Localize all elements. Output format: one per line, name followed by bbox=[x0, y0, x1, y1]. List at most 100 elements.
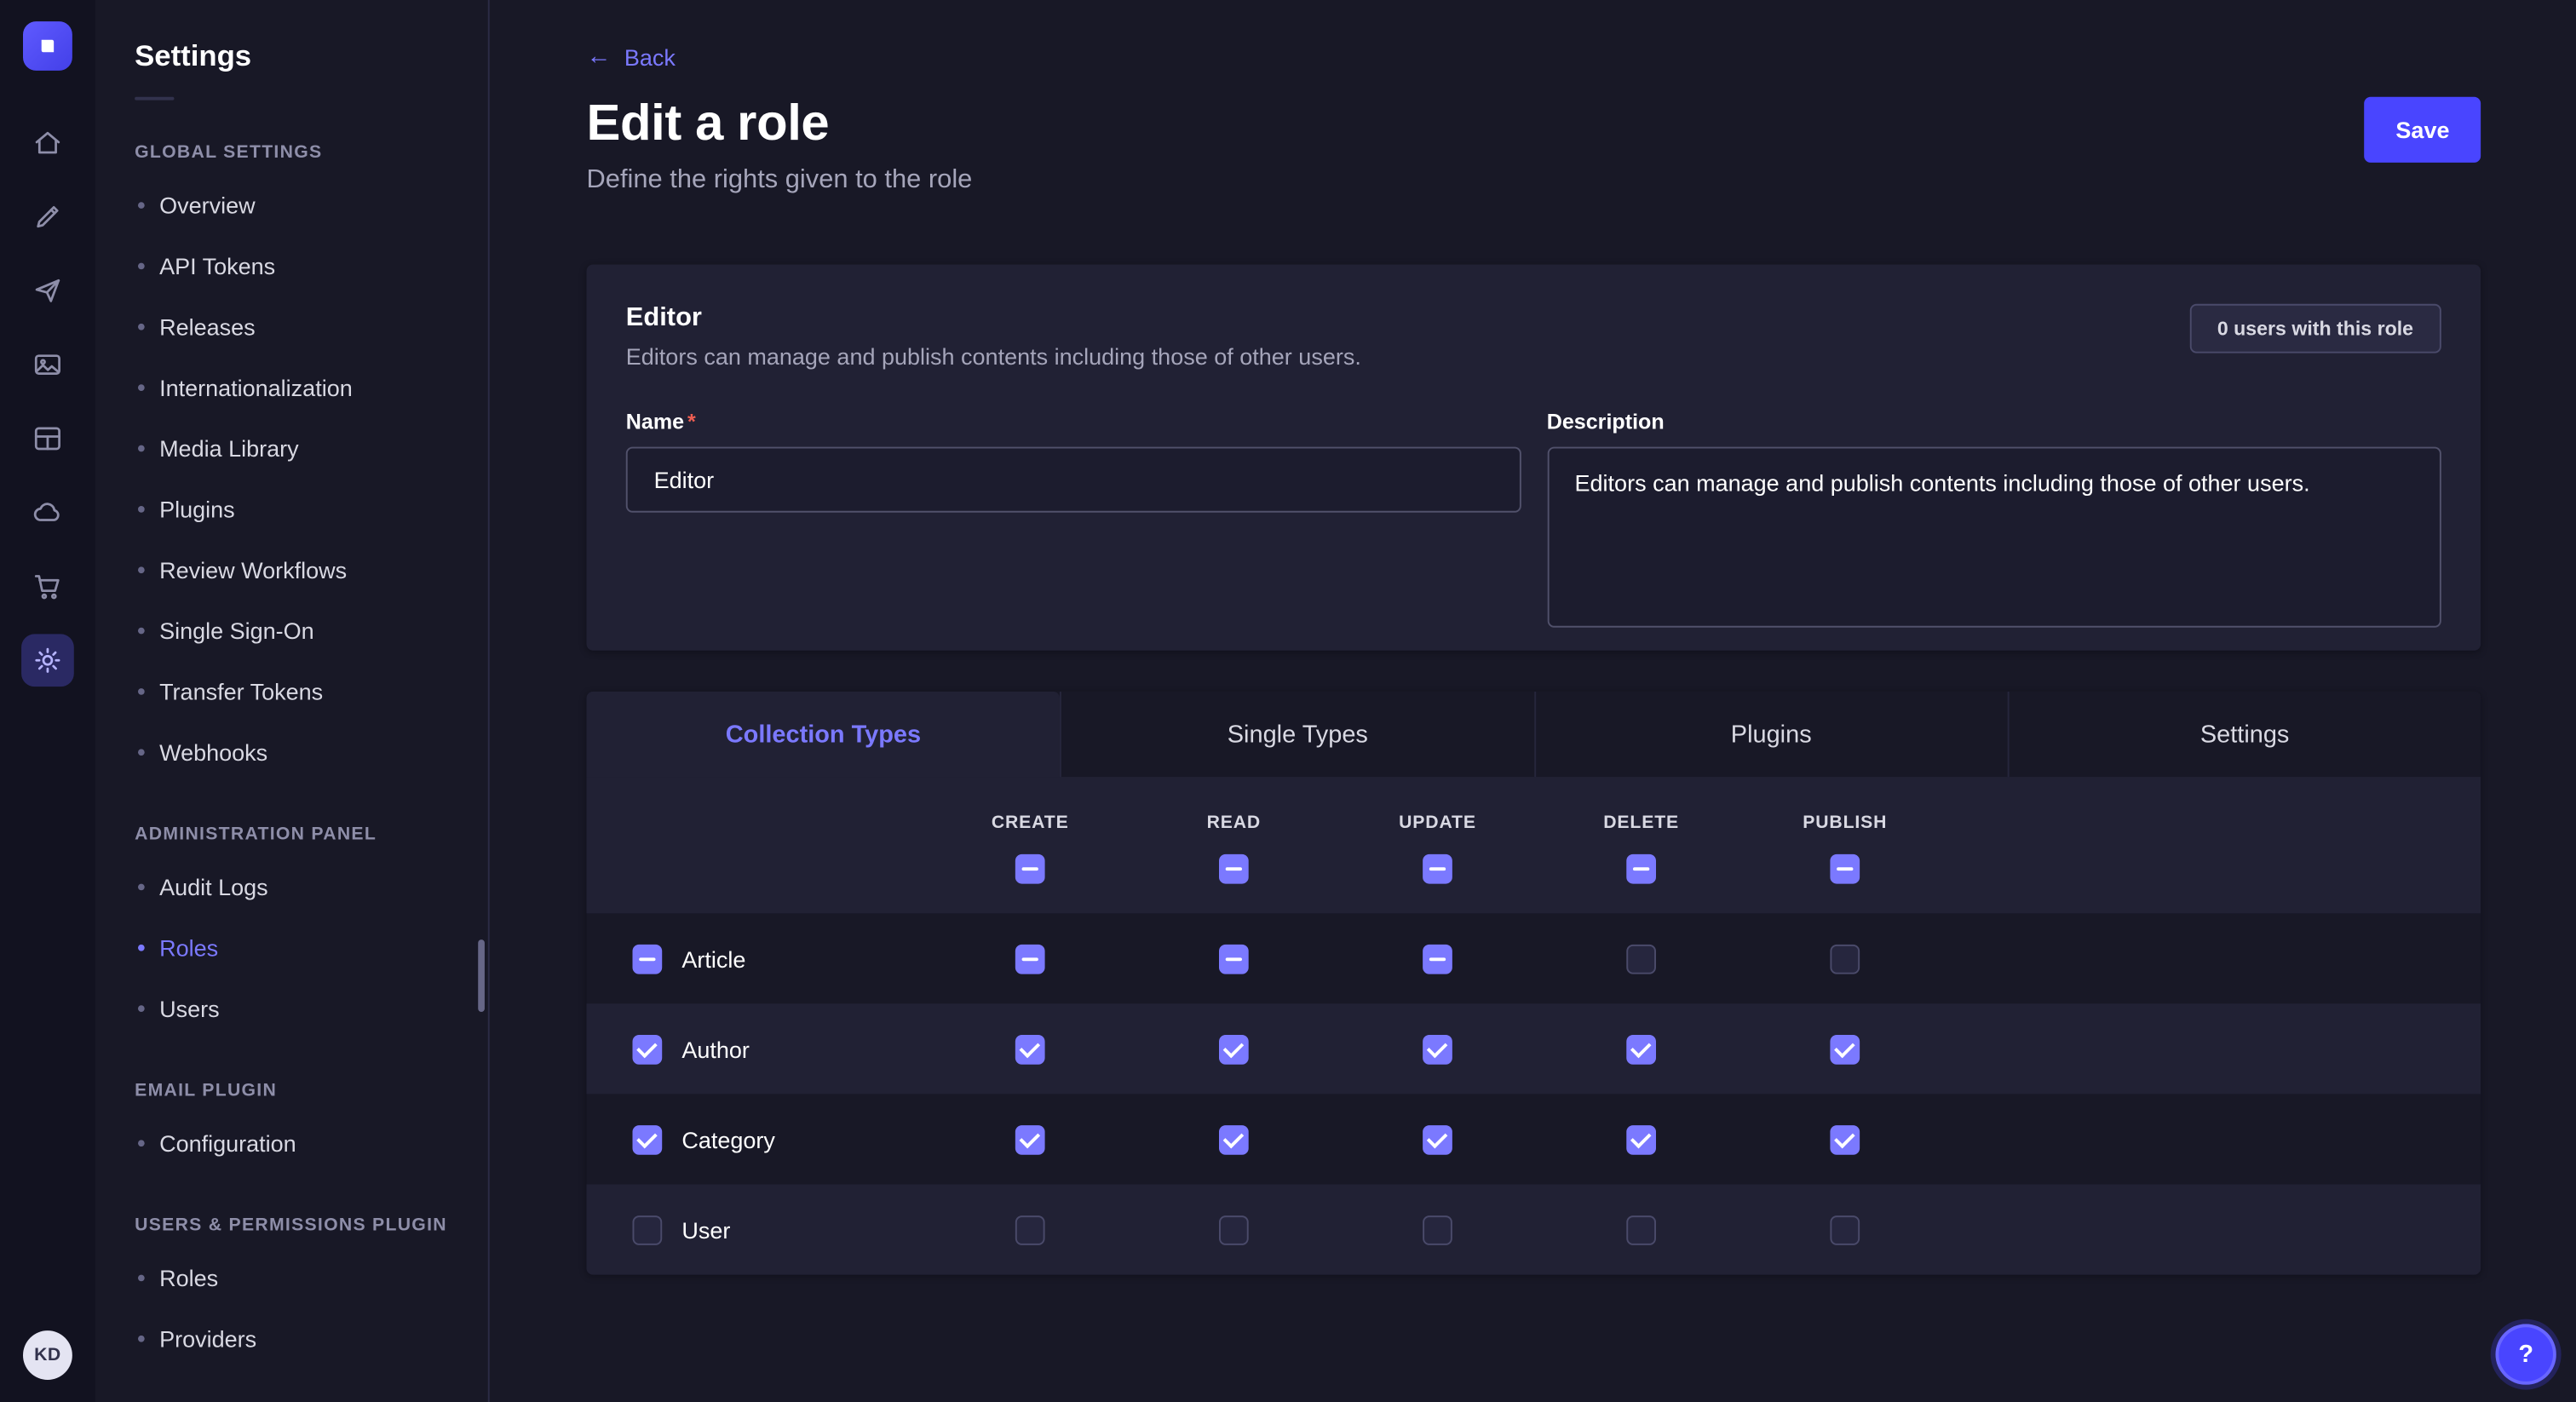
sidebar-section-heading: ADMINISTRATION PANEL bbox=[135, 825, 448, 844]
nav-item-deploy[interactable] bbox=[21, 264, 74, 317]
sidebar-item-media-library[interactable]: Media Library bbox=[95, 417, 488, 478]
article-create-checkbox[interactable] bbox=[1015, 944, 1045, 974]
user-delete-checkbox[interactable] bbox=[1626, 1215, 1656, 1244]
sidebar-item-label: Releases bbox=[159, 313, 256, 339]
sidebar-item-review-workflows[interactable]: Review Workflows bbox=[95, 539, 488, 600]
permission-row-author: Author bbox=[586, 1003, 2481, 1094]
author-update-checkbox[interactable] bbox=[1423, 1034, 1452, 1064]
save-button[interactable]: Save bbox=[2365, 97, 2481, 163]
sidebar-scroll-thumb[interactable] bbox=[478, 939, 485, 1012]
article-update-checkbox[interactable] bbox=[1423, 944, 1452, 974]
page-header: Edit a role Define the rights given to t… bbox=[586, 94, 2481, 196]
category-delete-checkbox[interactable] bbox=[1626, 1124, 1656, 1154]
cell-user-create bbox=[929, 1215, 1132, 1244]
required-asterisk: * bbox=[687, 409, 696, 434]
permissions-table: CREATE READ UPDATE DELETE PUBLISH bbox=[586, 777, 2481, 1274]
sidebar-section-heading: USERS & PERMISSIONS PLUGIN bbox=[135, 1215, 448, 1235]
column-label: DELETE bbox=[1603, 813, 1679, 833]
nav-item-marketplace[interactable] bbox=[21, 560, 74, 613]
nav-item-home[interactable] bbox=[21, 117, 74, 170]
article-read-checkbox[interactable] bbox=[1219, 944, 1249, 974]
nav-item-content-type-builder[interactable] bbox=[21, 412, 74, 465]
permission-row-user: User bbox=[586, 1184, 2481, 1274]
sidebar-section-administration-panel: ADMINISTRATION PANEL Audit Logs Roles Us… bbox=[95, 825, 488, 1038]
row-name-cell: Author bbox=[586, 1034, 928, 1064]
question-mark-icon: ? bbox=[2518, 1340, 2533, 1368]
help-button[interactable]: ? bbox=[2495, 1323, 2556, 1383]
cell-author-read bbox=[1132, 1034, 1336, 1064]
column-delete: DELETE bbox=[1539, 813, 1743, 884]
sidebar-item-plugins[interactable]: Plugins bbox=[95, 478, 488, 538]
row-name-cell: Category bbox=[586, 1124, 928, 1154]
user-publish-checkbox[interactable] bbox=[1830, 1215, 1860, 1244]
sidebar-item-roles[interactable]: Roles bbox=[95, 916, 488, 977]
select-all-create-checkbox[interactable] bbox=[1015, 854, 1045, 884]
strapi-logo[interactable] bbox=[23, 21, 72, 71]
author-create-checkbox[interactable] bbox=[1015, 1034, 1045, 1064]
author-delete-checkbox[interactable] bbox=[1626, 1034, 1656, 1064]
sidebar-item-users[interactable]: Users bbox=[95, 977, 488, 1037]
sidebar-section-heading: EMAIL PLUGIN bbox=[135, 1081, 448, 1100]
user-create-checkbox[interactable] bbox=[1015, 1215, 1045, 1244]
sidebar-item-webhooks[interactable]: Webhooks bbox=[95, 721, 488, 782]
category-create-checkbox[interactable] bbox=[1015, 1124, 1045, 1154]
select-all-delete-checkbox[interactable] bbox=[1626, 854, 1656, 884]
sidebar-section-users-permissions-plugin: USERS & PERMISSIONS PLUGIN Roles Provide… bbox=[95, 1215, 488, 1368]
row-author-checkbox[interactable] bbox=[632, 1034, 662, 1064]
role-description-input[interactable]: Editors can manage and publish contents … bbox=[1547, 447, 2441, 628]
tab-single-types[interactable]: Single Types bbox=[1060, 692, 1533, 777]
sidebar-item-label: Overview bbox=[159, 192, 256, 218]
category-read-checkbox[interactable] bbox=[1219, 1124, 1249, 1154]
role-name-input[interactable] bbox=[626, 447, 1521, 513]
sidebar-item-releases[interactable]: Releases bbox=[95, 296, 488, 356]
article-delete-checkbox[interactable] bbox=[1626, 944, 1656, 974]
user-update-checkbox[interactable] bbox=[1423, 1215, 1452, 1244]
column-update: UPDATE bbox=[1336, 813, 1539, 884]
row-category-checkbox[interactable] bbox=[632, 1124, 662, 1154]
author-read-checkbox[interactable] bbox=[1219, 1034, 1249, 1064]
column-create: CREATE bbox=[929, 813, 1132, 884]
sidebar-item-overview[interactable]: Overview bbox=[95, 174, 488, 234]
cell-author-delete bbox=[1539, 1034, 1743, 1064]
author-publish-checkbox[interactable] bbox=[1830, 1034, 1860, 1064]
select-all-update-checkbox[interactable] bbox=[1423, 854, 1452, 884]
category-publish-checkbox[interactable] bbox=[1830, 1124, 1860, 1154]
column-read: READ bbox=[1132, 813, 1336, 884]
sidebar-item-audit-logs[interactable]: Audit Logs bbox=[95, 856, 488, 916]
page-subtitle: Define the rights given to the role bbox=[586, 166, 972, 196]
back-link[interactable]: ← Back bbox=[586, 43, 675, 70]
sidebar-item-configuration[interactable]: Configuration bbox=[95, 1112, 488, 1173]
user-avatar[interactable]: KD bbox=[23, 1330, 72, 1379]
select-all-read-checkbox[interactable] bbox=[1219, 854, 1249, 884]
nav-item-content-manager[interactable] bbox=[21, 191, 74, 244]
description-label: Description bbox=[1547, 409, 2441, 434]
sidebar-item-internationalization[interactable]: Internationalization bbox=[95, 356, 488, 417]
tab-settings[interactable]: Settings bbox=[2007, 692, 2481, 777]
cell-article-update bbox=[1336, 944, 1539, 974]
nav-item-cloud[interactable] bbox=[21, 486, 74, 539]
row-article-checkbox[interactable] bbox=[632, 944, 662, 974]
role-card-heading-block: Editor Editors can manage and publish co… bbox=[626, 304, 1361, 370]
user-read-checkbox[interactable] bbox=[1219, 1215, 1249, 1244]
bullet-dot-icon bbox=[138, 201, 145, 208]
row-user-checkbox[interactable] bbox=[632, 1215, 662, 1244]
sidebar-item-roles[interactable]: Roles bbox=[95, 1247, 488, 1307]
nav-item-settings[interactable] bbox=[21, 634, 74, 687]
sidebar-item-api-tokens[interactable]: API Tokens bbox=[95, 235, 488, 296]
cloud-icon bbox=[32, 496, 65, 529]
article-publish-checkbox[interactable] bbox=[1830, 944, 1860, 974]
sidebar-item-transfer-tokens[interactable]: Transfer Tokens bbox=[95, 660, 488, 721]
cell-category-update bbox=[1336, 1124, 1539, 1154]
category-update-checkbox[interactable] bbox=[1423, 1124, 1452, 1154]
nav-item-media-library[interactable] bbox=[21, 338, 74, 391]
tab-plugins[interactable]: Plugins bbox=[1533, 692, 2007, 777]
sidebar-item-single-sign-on[interactable]: Single Sign-On bbox=[95, 600, 488, 660]
sidebar-title: Settings bbox=[135, 39, 488, 73]
bullet-dot-icon bbox=[138, 262, 145, 269]
column-publish: PUBLISH bbox=[1743, 813, 1946, 884]
bullet-dot-icon bbox=[138, 566, 145, 572]
select-all-publish-checkbox[interactable] bbox=[1830, 854, 1860, 884]
tab-collection-types[interactable]: Collection Types bbox=[586, 692, 1060, 777]
users-count-badge[interactable]: 0 users with this role bbox=[2189, 304, 2441, 353]
sidebar-item-providers[interactable]: Providers bbox=[95, 1307, 488, 1368]
